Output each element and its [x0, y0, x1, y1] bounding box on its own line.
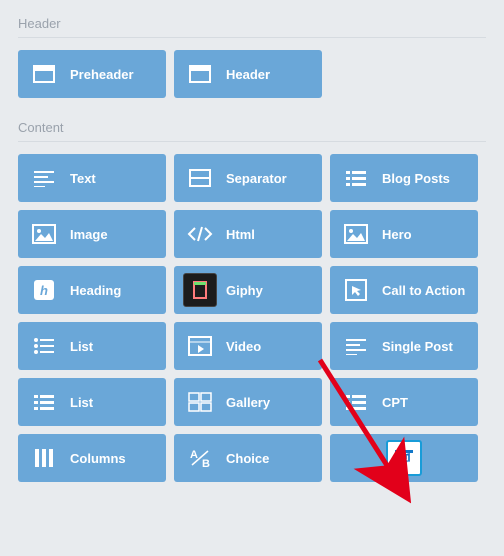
- heading-tile[interactable]: h Heading: [18, 266, 166, 314]
- svg-text:A: A: [190, 449, 198, 461]
- list-thick-icon: [330, 169, 382, 187]
- list-thick-icon: [330, 393, 382, 411]
- content-section-title: Content: [18, 120, 486, 135]
- header-divider: [18, 37, 486, 38]
- single-post-tile[interactable]: Single Post: [330, 322, 478, 370]
- hero-tile[interactable]: Hero: [330, 210, 478, 258]
- single-post-label: Single Post: [382, 339, 478, 354]
- list-tile[interactable]: List: [18, 322, 166, 370]
- video-label: Video: [226, 339, 322, 354]
- html-tile[interactable]: Html: [174, 210, 322, 258]
- choice-tile[interactable]: AB Choice: [174, 434, 322, 482]
- giphy-label: Giphy: [226, 283, 322, 298]
- svg-text:B: B: [202, 458, 210, 469]
- list2-tile[interactable]: List: [18, 378, 166, 426]
- separator-label: Separator: [226, 171, 322, 186]
- header-section-title: Header: [18, 16, 486, 31]
- html-label: Html: [226, 227, 322, 242]
- blog-posts-tile[interactable]: Blog Posts: [330, 154, 478, 202]
- window-icon: [174, 169, 226, 187]
- columns-label: Columns: [70, 451, 166, 466]
- cta-label: Call to Action: [382, 283, 478, 298]
- list-label: List: [70, 339, 166, 354]
- cursor-box-icon: [330, 279, 382, 301]
- window-icon: [174, 65, 226, 83]
- content-divider: [18, 141, 486, 142]
- text-label: Text: [70, 171, 166, 186]
- cpt-tile[interactable]: CPT: [330, 378, 478, 426]
- svg-text:h: h: [40, 283, 48, 298]
- list-thick-icon: [18, 393, 70, 411]
- event-icon: [330, 440, 478, 476]
- h-box-icon: h: [18, 279, 70, 301]
- content-grid: Text Separator Blog Posts Image Html Her…: [18, 154, 486, 482]
- columns-icon: [18, 448, 70, 468]
- image-icon: [18, 224, 70, 244]
- ab-icon: AB: [174, 447, 226, 469]
- list-icon: [18, 337, 70, 355]
- heading-label: Heading: [70, 283, 166, 298]
- hero-label: Hero: [382, 227, 478, 242]
- preheader-tile[interactable]: Preheader: [18, 50, 166, 98]
- header-tile[interactable]: Header: [174, 50, 322, 98]
- preheader-label: Preheader: [70, 67, 166, 82]
- code-icon: [174, 225, 226, 243]
- giphy-tile[interactable]: Giphy: [174, 266, 322, 314]
- separator-tile[interactable]: Separator: [174, 154, 322, 202]
- align-left-icon: [18, 169, 70, 187]
- columns-tile[interactable]: Columns: [18, 434, 166, 482]
- header-label: Header: [226, 67, 322, 82]
- list2-label: List: [70, 395, 166, 410]
- gallery-icon: [174, 392, 226, 412]
- video-tile[interactable]: Video: [174, 322, 322, 370]
- gallery-label: Gallery: [226, 395, 322, 410]
- window-icon: [18, 65, 70, 83]
- choice-label: Choice: [226, 451, 322, 466]
- header-grid: Preheader Header: [18, 50, 486, 98]
- cpt-label: CPT: [382, 395, 478, 410]
- blog-posts-label: Blog Posts: [382, 171, 478, 186]
- cta-tile[interactable]: Call to Action: [330, 266, 478, 314]
- image-icon: [330, 224, 382, 244]
- image-tile[interactable]: Image: [18, 210, 166, 258]
- text-tile[interactable]: Text: [18, 154, 166, 202]
- image-label: Image: [70, 227, 166, 242]
- giphy-icon: [174, 273, 226, 307]
- video-icon: [174, 336, 226, 356]
- event-tile[interactable]: [330, 434, 478, 482]
- align-left-icon: [330, 337, 382, 355]
- gallery-tile[interactable]: Gallery: [174, 378, 322, 426]
